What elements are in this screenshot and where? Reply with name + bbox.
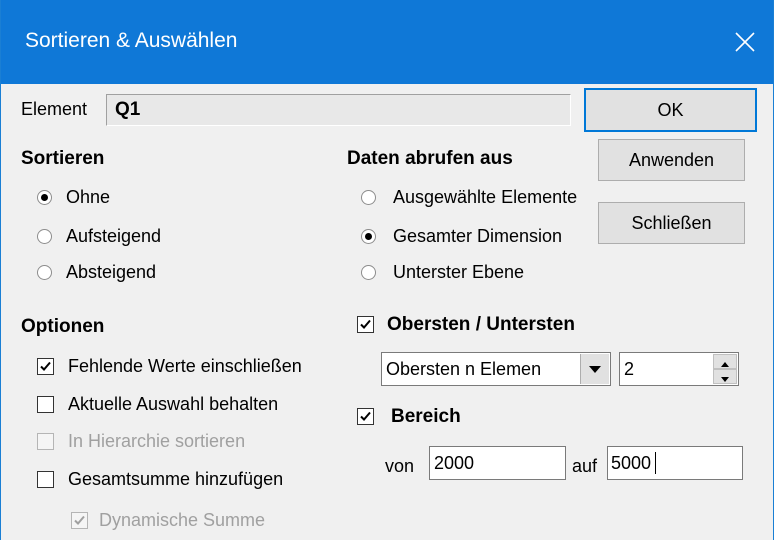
dynamic-sum-checkbox — [71, 512, 88, 529]
source-selected-label[interactable]: Ausgewählte Elemente — [393, 187, 577, 208]
sort-ascending-radio[interactable] — [37, 229, 52, 244]
top-bottom-label[interactable]: Obersten / Untersten — [387, 314, 575, 336]
range-label[interactable]: Bereich — [391, 406, 461, 428]
dropdown-arrow-button[interactable] — [580, 354, 609, 384]
top-bottom-count-spinner[interactable]: 2 — [619, 352, 739, 386]
chevron-down-icon — [589, 366, 601, 373]
source-whole-dimension-label[interactable]: Gesamter Dimension — [393, 226, 562, 247]
keep-selection-checkbox[interactable] — [37, 396, 54, 413]
add-total-checkbox[interactable] — [37, 471, 54, 488]
window-title: Sortieren & Auswählen — [25, 29, 238, 52]
text-caret — [655, 452, 656, 474]
dynamic-sum-label: Dynamische Summe — [99, 510, 266, 530]
apply-button[interactable]: Anwenden — [598, 139, 745, 181]
top-bottom-checkbox[interactable] — [357, 316, 374, 333]
data-source-heading: Daten abrufen aus — [347, 148, 513, 169]
title-bar[interactable]: Sortieren & Auswählen — [1, 0, 773, 84]
sort-ascending-label[interactable]: Aufsteigend — [66, 226, 161, 247]
sort-none-radio[interactable] — [37, 190, 52, 205]
sort-descending-radio[interactable] — [37, 265, 52, 280]
spin-up-button[interactable] — [713, 354, 737, 369]
sort-none-label[interactable]: Ohne — [66, 187, 110, 208]
range-from-input[interactable]: 2000 — [429, 446, 566, 480]
range-to-input[interactable]: 5000 — [607, 446, 743, 480]
sort-select-dialog: Sortieren & Auswählen Element Q1 OK Anwe… — [0, 0, 774, 540]
options-heading: Optionen — [21, 316, 105, 337]
element-label: Element — [21, 99, 88, 119]
source-whole-dimension-radio[interactable] — [361, 229, 376, 244]
source-lowest-level-radio[interactable] — [361, 265, 376, 280]
top-bottom-mode-value: Obersten n Elemen — [386, 359, 542, 379]
element-value: Q1 — [115, 99, 141, 120]
sort-in-hierarchy-checkbox — [37, 433, 54, 450]
spin-down-button[interactable] — [713, 369, 737, 384]
range-checkbox[interactable] — [357, 408, 374, 425]
sort-in-hierarchy-label: In Hierarchie sortieren — [68, 431, 246, 451]
source-lowest-level-label[interactable]: Unterster Ebene — [393, 262, 524, 283]
close-icon[interactable] — [723, 20, 767, 64]
element-field: Q1 — [106, 94, 571, 126]
sort-descending-label[interactable]: Absteigend — [66, 262, 156, 283]
range-from-value: 2000 — [434, 453, 475, 473]
close-button[interactable]: Schließen — [598, 202, 745, 244]
spin-down-icon — [721, 377, 729, 382]
range-to-value: 5000 — [611, 453, 652, 473]
range-from-label: von — [385, 456, 415, 476]
range-to-label: auf — [572, 456, 598, 476]
add-total-label[interactable]: Gesamtsumme hinzufügen — [68, 469, 283, 490]
include-missing-label[interactable]: Fehlende Werte einschließen — [68, 356, 302, 377]
sort-heading: Sortieren — [21, 148, 105, 169]
source-selected-radio[interactable] — [361, 190, 376, 205]
keep-selection-label[interactable]: Aktuelle Auswahl behalten — [68, 394, 278, 415]
top-bottom-mode-select[interactable]: Obersten n Elemen — [381, 352, 611, 386]
top-bottom-count-value: 2 — [624, 359, 635, 379]
include-missing-checkbox[interactable] — [37, 358, 54, 375]
ok-button[interactable]: OK — [584, 88, 757, 132]
